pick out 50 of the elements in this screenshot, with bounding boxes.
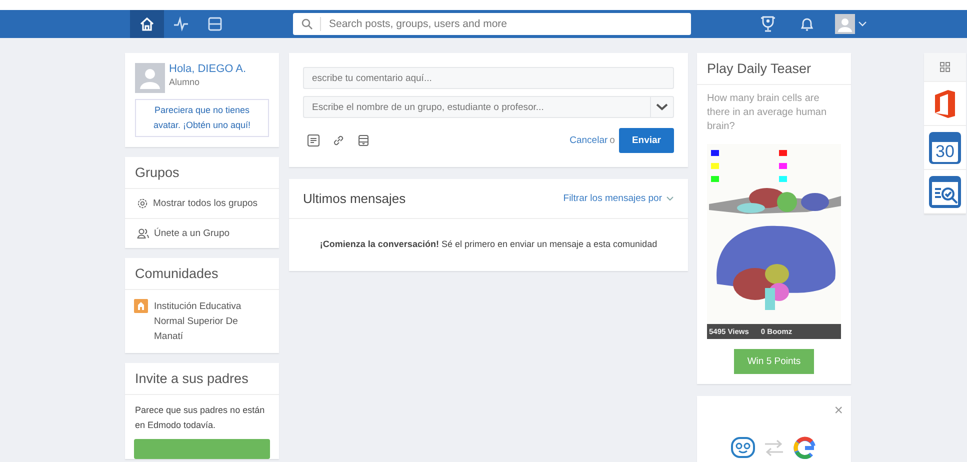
win-points-button[interactable]: Win 5 Points bbox=[734, 349, 814, 374]
send-button[interactable]: Enviar bbox=[618, 128, 674, 153]
school-icon bbox=[134, 299, 148, 313]
search-icon bbox=[301, 18, 313, 30]
empty-message: ¡Comienza la conversación! Sé el primero en enviar un mensaje a esta comunidad bbox=[318, 238, 658, 251]
cancel-link[interactable]: Cancelar bbox=[570, 135, 608, 146]
quiz-search-icon bbox=[928, 174, 962, 208]
recipient-field[interactable]: Escribe el nombre de un grupo, estudiante o profesor... bbox=[303, 96, 674, 118]
smiley-face-icon bbox=[731, 437, 755, 459]
calendar-icon: 30 bbox=[929, 132, 961, 164]
pulse-icon bbox=[173, 16, 189, 32]
g-logo-icon bbox=[793, 436, 817, 460]
office-icon bbox=[933, 88, 957, 118]
avatar-icon bbox=[835, 14, 855, 34]
link-icon[interactable] bbox=[332, 134, 345, 147]
filter-dropdown[interactable]: Filtrar los mensajes por bbox=[563, 193, 674, 204]
bell-icon[interactable] bbox=[799, 16, 815, 32]
invite-text: Parece que sus padres no están en Edmodo todavía. bbox=[134, 404, 266, 432]
card-title: Play Daily Teaser bbox=[697, 53, 851, 85]
user-greeting[interactable]: Hola, DIEGO A. bbox=[169, 63, 246, 75]
chevron-down-icon bbox=[656, 103, 668, 111]
search-field[interactable]: Search posts, groups, users and more bbox=[293, 13, 691, 35]
grid-icon bbox=[940, 62, 950, 72]
account-menu[interactable] bbox=[835, 14, 867, 34]
get-avatar-link[interactable]: Pareciera que no tienes avatar. ¡Obtén uno aquí! bbox=[135, 99, 269, 137]
apps-button[interactable] bbox=[924, 53, 966, 82]
note-icon[interactable] bbox=[307, 134, 320, 147]
trophy-icon[interactable] bbox=[759, 15, 777, 33]
home-icon bbox=[139, 16, 155, 32]
close-button[interactable]: × bbox=[834, 402, 843, 419]
or-text: o bbox=[610, 135, 615, 146]
group-link[interactable]: Mostrar todos los grupos bbox=[125, 189, 279, 219]
card-title: Invite a sus padres bbox=[125, 363, 279, 395]
planner-icon bbox=[207, 16, 223, 32]
calendar-icon[interactable] bbox=[357, 134, 370, 147]
card-title: Comunidades bbox=[125, 258, 279, 290]
caret-icon bbox=[858, 21, 867, 27]
group-link[interactable]: Únete a un Grupo bbox=[125, 219, 279, 248]
card-title: Grupos bbox=[125, 157, 279, 189]
card-title: Ultimos mensajes bbox=[303, 191, 406, 206]
caret-icon bbox=[666, 196, 674, 201]
people-icon bbox=[137, 228, 149, 239]
home-button[interactable] bbox=[130, 10, 164, 38]
teaser-question: How many brain cells are there in an average human brain? bbox=[706, 92, 828, 134]
avatar-icon bbox=[135, 63, 165, 93]
swap-arrows-icon bbox=[763, 439, 785, 457]
community-link[interactable]: Institución Educativa Normal Superior De Manatí bbox=[154, 299, 254, 344]
comment-field[interactable]: escribe tu comentario aquí... bbox=[303, 67, 674, 89]
user-role: Alumno bbox=[169, 77, 201, 87]
gear-icon bbox=[137, 198, 148, 209]
